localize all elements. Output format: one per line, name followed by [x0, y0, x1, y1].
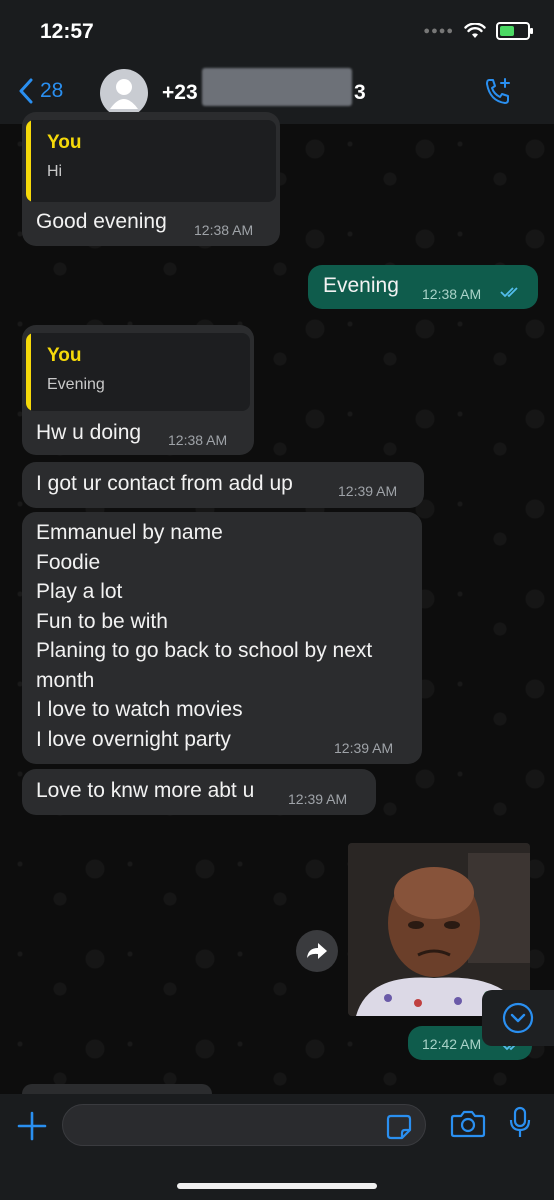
message-line: Foodie	[36, 550, 101, 574]
forward-button[interactable]	[296, 930, 338, 972]
read-ticks-icon	[500, 287, 518, 298]
quote-text: Evening	[47, 376, 105, 393]
message-time: 12:42 AM	[422, 1036, 482, 1052]
message-time: 12:38 AM	[168, 432, 228, 448]
plus-icon	[17, 1111, 47, 1141]
message-time: 12:39 AM	[338, 483, 398, 499]
quote-author: You	[47, 132, 82, 153]
signal-icon: ●●●●	[423, 25, 454, 37]
quote-author: You	[47, 345, 82, 366]
message-line: I love to watch movies	[36, 698, 243, 721]
message-time: 12:39 AM	[288, 791, 348, 807]
add-call-button[interactable]	[482, 76, 514, 113]
contact-avatar[interactable]	[100, 69, 148, 117]
chevron-left-icon	[19, 78, 33, 104]
message-line: month	[36, 668, 95, 692]
message-text: I got ur contact from add up	[36, 472, 293, 495]
message-bubble[interactable]: Emmanuel by name Foodie Play a lot Fun t…	[22, 512, 422, 764]
unread-count: 28	[40, 79, 64, 102]
quote-text: Hi	[47, 163, 63, 180]
message-bubble[interactable]: Evening 12:38 AM	[308, 265, 538, 309]
message-time: 12:38 AM	[422, 286, 482, 302]
message-line: Planing to go back to school by next	[36, 639, 373, 662]
message-text: Evening	[323, 274, 399, 297]
contact-name-end[interactable]: 3	[354, 81, 366, 105]
message-text: Hw u doing	[36, 421, 142, 444]
forward-icon	[307, 943, 327, 959]
camera-icon	[450, 1110, 486, 1138]
message-input[interactable]	[62, 1104, 426, 1146]
quoted-message[interactable]: You Evening	[26, 333, 250, 411]
wifi-icon	[464, 23, 486, 38]
message-text: Emmanuel by name Foodie Play a lot Fun t…	[36, 518, 372, 754]
attach-button[interactable]	[16, 1110, 48, 1147]
message-line: Play a lot	[36, 580, 123, 603]
message-time: 12:38 AM	[194, 222, 254, 238]
add-call-icon	[486, 78, 510, 104]
message-bubble[interactable]: You Hi Good evening 12:38 AM	[22, 112, 280, 246]
sticker-icon	[386, 1114, 412, 1140]
message-line: Emmanuel by name	[36, 521, 223, 544]
status-icons: ●●●●	[423, 22, 533, 40]
microphone-button[interactable]	[508, 1106, 532, 1145]
quoted-message[interactable]: You Hi	[26, 120, 276, 202]
redacted-number	[202, 68, 352, 106]
status-time: 12:57	[40, 20, 94, 43]
microphone-icon	[509, 1106, 531, 1137]
message-line: I love overnight party	[36, 727, 231, 751]
scroll-to-bottom-button[interactable]	[482, 990, 554, 1046]
camera-button[interactable]	[450, 1108, 486, 1145]
battery-icon	[496, 22, 533, 40]
message-time: 12:39 AM	[334, 740, 394, 756]
status-bar: 12:57 ●●●●	[0, 0, 554, 64]
sticker-button[interactable]	[386, 1114, 412, 1145]
message-bubble[interactable]: You Evening Hw u doing 12:38 AM	[22, 325, 254, 455]
message-line: Fun to be with	[36, 609, 168, 633]
message-text: Good evening	[36, 210, 167, 233]
message-bubble[interactable]: Love to knw more abt u 12:39 AM	[22, 769, 376, 815]
message-text: Love to knw more abt u	[36, 779, 255, 802]
message-bubble[interactable]: I got ur contact from add up 12:39 AM	[22, 462, 424, 508]
default-avatar-icon	[110, 79, 138, 109]
home-indicator	[177, 1183, 377, 1189]
scroll-down-icon	[502, 1002, 534, 1034]
contact-name-start[interactable]: +23	[162, 81, 198, 105]
back-button[interactable]: 28	[18, 78, 63, 104]
